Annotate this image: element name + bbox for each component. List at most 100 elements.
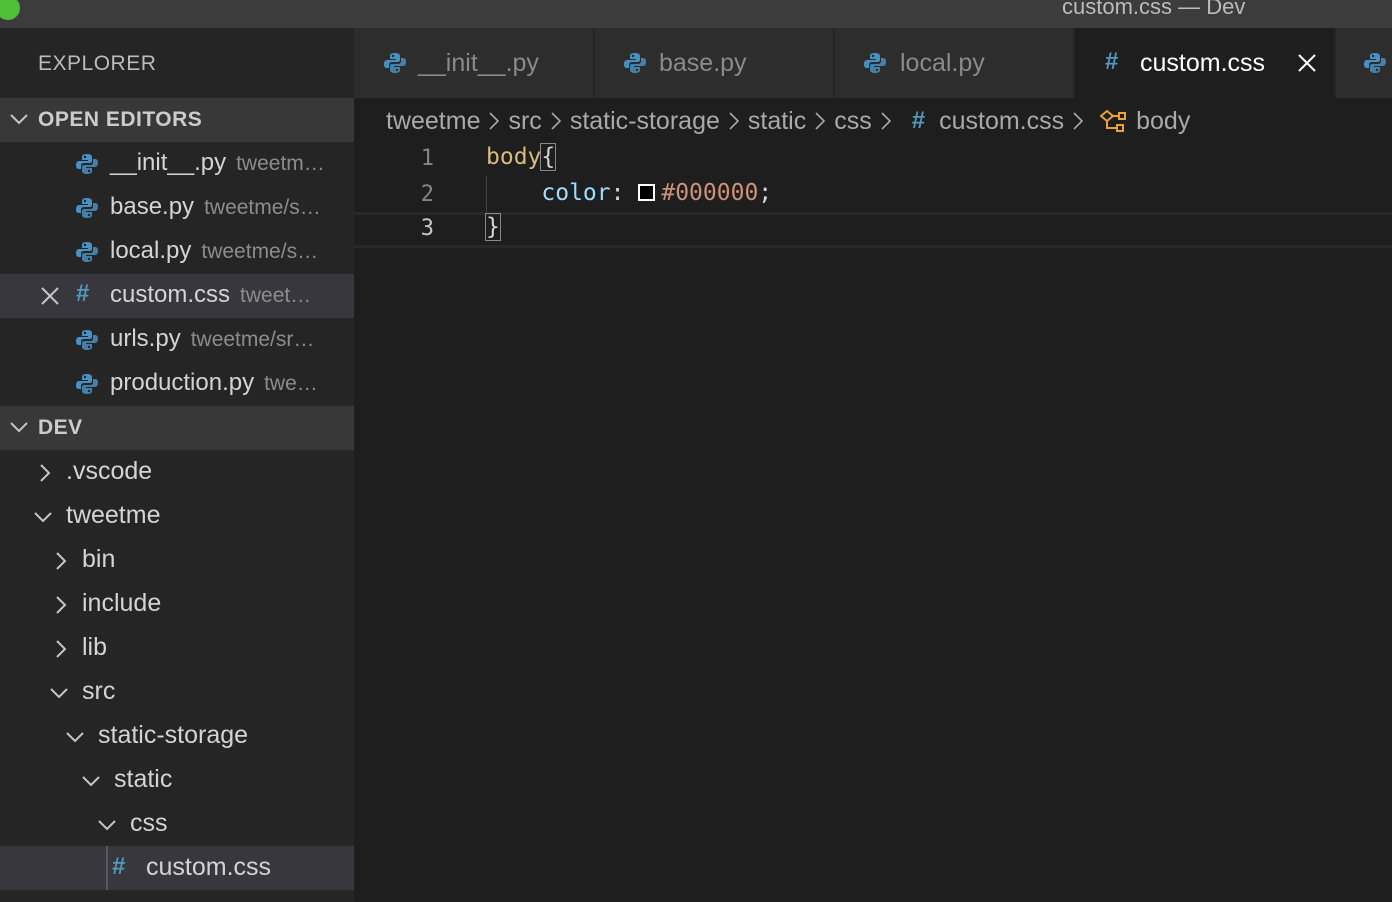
tree-item-label: css (130, 809, 168, 837)
chevron-right-icon (728, 111, 740, 131)
python-icon (1364, 53, 1386, 73)
explorer-sidebar: EXPLORER OPEN EDITORS __init__.py tweetm…… (0, 28, 354, 902)
color-swatch[interactable] (638, 184, 656, 201)
breadcrumb-item[interactable]: css (834, 107, 872, 136)
window-title: custom.css — Dev (1062, 0, 1246, 19)
tab-init-py[interactable]: __init__.py (354, 28, 594, 98)
open-editor-path: tweetme/s… (204, 196, 321, 219)
code-line[interactable]: 1 body{ (354, 142, 1392, 178)
chevron-down-icon (66, 732, 84, 743)
tree-folder-include[interactable]: include (0, 582, 354, 626)
window-zoom-button[interactable] (0, 0, 20, 20)
open-editor-local-py[interactable]: local.py tweetme/s… (0, 230, 354, 274)
css-hash-icon: # (1105, 48, 1119, 75)
css-colon: : (610, 180, 625, 206)
tree-item-label: static (114, 765, 173, 793)
python-icon (76, 374, 98, 394)
open-editors-label: OPEN EDITORS (38, 108, 203, 131)
tree-item-label: .vscode (66, 457, 153, 485)
chevron-right-icon (56, 640, 67, 658)
workspace-header[interactable]: DEV (0, 406, 354, 450)
open-editor-init-py[interactable]: __init__.py tweetm… (0, 142, 354, 186)
chevron-right-icon (56, 552, 67, 570)
code-text: } (485, 213, 501, 241)
python-icon (76, 154, 98, 174)
tree-folder-lib[interactable]: lib (0, 626, 354, 670)
open-editor-custom-css[interactable]: # custom.css tweet… (0, 274, 354, 318)
code-editor[interactable]: 1 body{ 2 color: #000000; 3 } (354, 140, 1392, 902)
tree-item-label: lib (82, 633, 108, 661)
breadcrumb-symbol[interactable]: body (1136, 107, 1190, 136)
css-hash-icon: # (911, 107, 926, 134)
title-bar: custom.css — Dev (0, 0, 1392, 28)
line-number: 1 (420, 146, 434, 171)
open-editors-header[interactable]: OPEN EDITORS (0, 98, 354, 142)
python-icon (384, 53, 406, 73)
tab-custom-css[interactable]: # custom.css (1075, 28, 1335, 98)
chevron-right-icon (488, 111, 500, 131)
tree-folder-bin[interactable]: bin (0, 538, 354, 582)
chevron-right-icon (56, 596, 67, 614)
breadcrumb-item[interactable]: static-storage (570, 107, 720, 136)
tree-folder-tweetme[interactable]: tweetme (0, 494, 354, 538)
code-line-current[interactable]: 3 } (354, 212, 1392, 248)
tab-local-py[interactable]: local.py (835, 28, 1074, 98)
workspace-label: DEV (38, 416, 83, 439)
chevron-right-icon (814, 111, 826, 131)
line-number: 3 (420, 216, 434, 241)
open-editor-filename: urls.py (110, 325, 181, 352)
open-editor-production-py[interactable]: production.py twe… (0, 362, 354, 406)
python-icon (76, 330, 98, 350)
brace-match-open: { (540, 143, 557, 171)
tab-label: base.py (659, 49, 747, 77)
tree-item-label: include (82, 589, 162, 617)
tree-folder-static-storage[interactable]: static-storage (0, 714, 354, 758)
chevron-right-icon (1072, 111, 1084, 131)
code-line[interactable]: 2 color: #000000; (354, 178, 1392, 214)
chevron-down-icon (10, 114, 28, 125)
editor-tab-bar: __init__.py base.py local.py # custom.cs… (354, 28, 1392, 98)
breadcrumb-file[interactable]: custom.css (939, 107, 1064, 136)
tree-item-label: custom.css (146, 853, 272, 881)
tree-item-label: tweetme (66, 501, 161, 529)
open-editor-base-py[interactable]: base.py tweetme/s… (0, 186, 354, 230)
tree-item-label: bin (82, 545, 116, 573)
open-editor-path: tweetm… (236, 152, 325, 175)
brace-match-close: } (485, 213, 501, 241)
tree-item-label: src (82, 677, 116, 705)
open-editor-path: twe… (264, 372, 318, 395)
breadcrumb-item[interactable]: tweetme (386, 107, 480, 136)
open-editor-path: tweetme/sr… (190, 328, 315, 351)
breadcrumb-item[interactable]: static (748, 107, 806, 136)
chevron-down-icon (50, 688, 68, 699)
indent-guide (106, 846, 108, 890)
tab-label: __init__.py (418, 49, 539, 77)
open-editor-urls-py[interactable]: urls.py tweetme/sr… (0, 318, 354, 362)
tree-folder-css[interactable]: css (0, 802, 354, 846)
chevron-down-icon (34, 512, 52, 523)
close-icon[interactable] (40, 286, 60, 306)
tab-base-py[interactable]: base.py (595, 28, 834, 98)
line-number: 2 (420, 182, 434, 207)
open-editor-filename: local.py (110, 237, 192, 264)
open-editor-filename: custom.css (110, 281, 231, 308)
python-icon (76, 242, 98, 262)
tree-file-custom-css[interactable]: # custom.css (0, 846, 354, 890)
tab-label: custom.css (1140, 49, 1266, 77)
tab-overflow[interactable] (1336, 28, 1392, 98)
tree-folder-vscode[interactable]: .vscode (0, 450, 354, 494)
css-hash-icon: # (76, 280, 90, 307)
open-editor-filename: production.py (110, 369, 255, 396)
code-text: body{ (486, 143, 557, 171)
css-hash-icon: # (112, 853, 126, 880)
chevron-right-icon (880, 111, 892, 131)
tree-folder-src[interactable]: src (0, 670, 354, 714)
chevron-right-icon (40, 464, 51, 482)
css-property: color (541, 180, 611, 206)
python-icon (864, 53, 886, 73)
close-icon[interactable] (1297, 53, 1317, 73)
breadcrumb-item[interactable]: src (508, 107, 541, 136)
css-semicolon: ; (758, 180, 773, 206)
open-editor-filename: __init__.py (110, 149, 227, 176)
tree-folder-static[interactable]: static (0, 758, 354, 802)
